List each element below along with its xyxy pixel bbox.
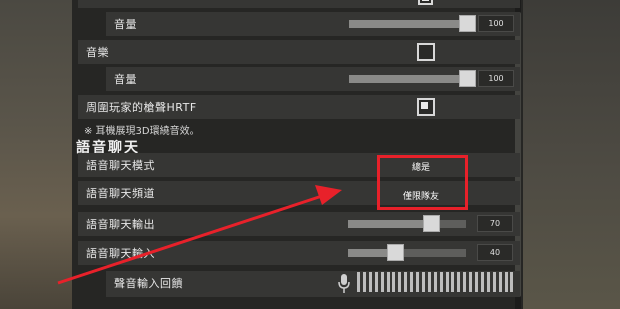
annotation-arrow xyxy=(57,185,342,285)
